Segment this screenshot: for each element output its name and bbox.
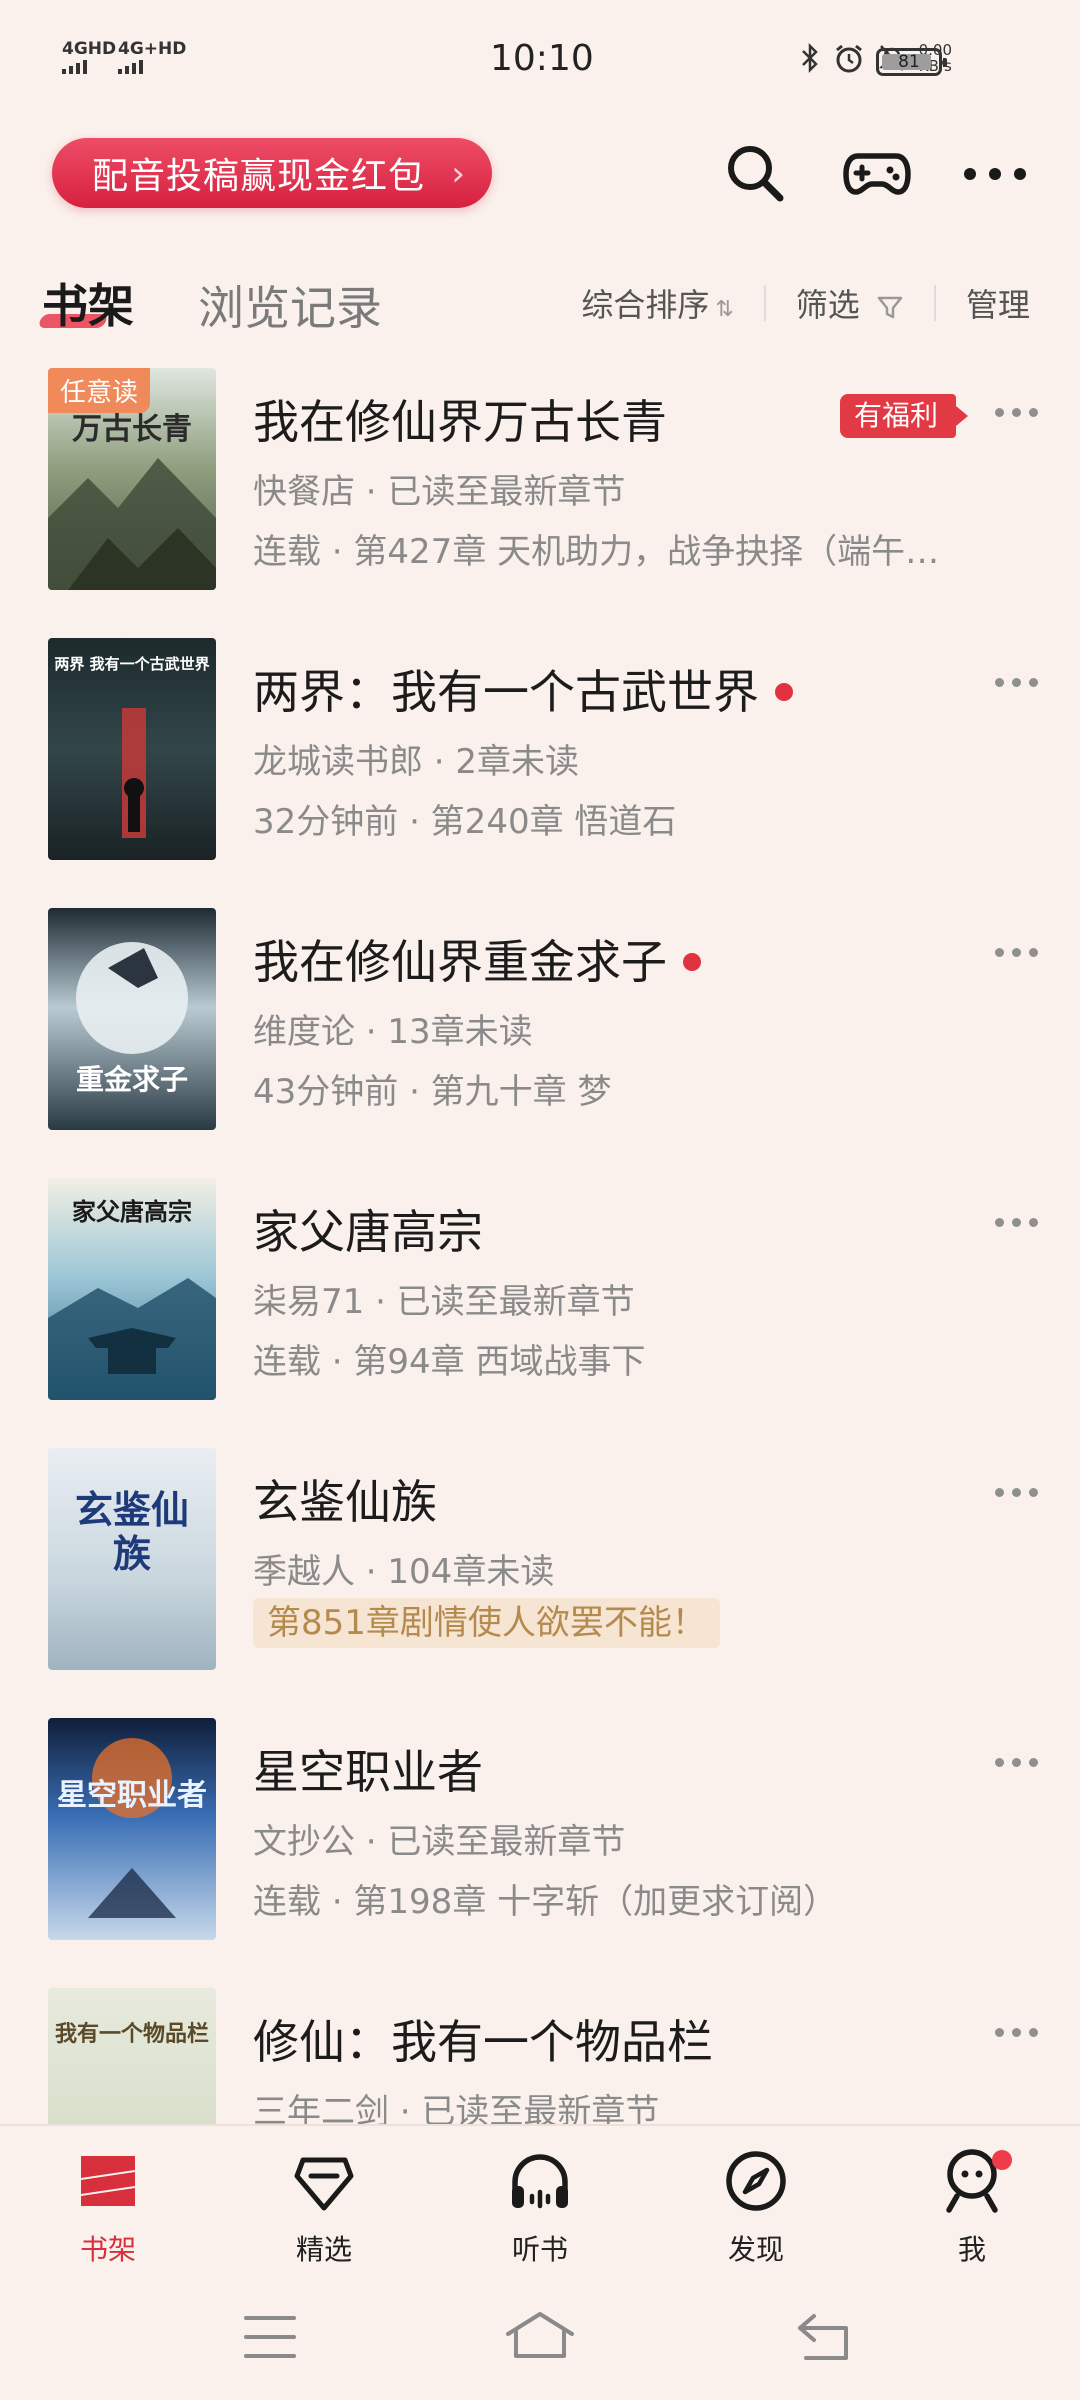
read-anything-badge: 任意读 <box>48 368 151 413</box>
alarm-icon <box>835 44 862 73</box>
divider <box>933 285 936 321</box>
home-icon[interactable] <box>504 2310 576 2360</box>
book-author-progress: 龙城读书郎 · 2章未读 <box>253 742 580 782</box>
book-title: 家父唐高宗 <box>253 1205 483 1259</box>
nav-me[interactable]: 我 <box>902 2146 1042 2268</box>
sort-label: 综合排序 <box>581 286 710 324</box>
more-options-icon[interactable] <box>995 678 1038 687</box>
book-author-progress: 柒易71 · 已读至最新章节 <box>253 1282 635 1322</box>
notification-dot <box>992 2150 1012 2170</box>
more-options-icon[interactable] <box>995 408 1038 417</box>
nav-label: 我 <box>957 2233 986 2266</box>
book-title-text: 我在修仙界重金求子 <box>253 935 667 989</box>
cover-title: 星空职业者 <box>57 1778 207 1813</box>
book-latest-chapter: 连载 · 第427章 天机助力，战争抉择（端午… <box>253 532 940 572</box>
search-icon[interactable] <box>722 140 788 206</box>
book-cover: 家父唐高宗 <box>48 1178 216 1400</box>
nav-label: 书架 <box>79 2233 136 2266</box>
unread-dot <box>683 952 701 971</box>
book-author-progress: 快餐店 · 已读至最新章节 <box>253 472 626 512</box>
book-cover: 两界 我有一个古武世界 <box>48 638 216 860</box>
book-cover: 星空职业者 <box>48 1718 216 1940</box>
tab-bookshelf[interactable]: 书架 <box>37 270 134 336</box>
book-item[interactable]: 两界 我有一个古武世界 两界：我有一个古武世界 龙城读书郎 · 2章未读 32分… <box>0 638 1080 868</box>
nav-featured[interactable]: 精选 <box>254 2146 394 2268</box>
book-item[interactable]: 万古长青 任意读 我在修仙界万古长青 有福利 快餐店 · 已读至最新章节 连载 … <box>0 368 1080 598</box>
book-cover: 我有一个物品栏 <box>48 1988 216 2124</box>
status-bar: 4GHD 4G+HD 10:10 0.00 KB/s 81 <box>0 0 1080 120</box>
filter-button[interactable]: 筛选 <box>796 280 904 326</box>
shelf-tools: 综合排序 ⇅ 筛选 管理 <box>581 280 1030 326</box>
tab-bookshelf-label: 书架 <box>42 279 134 333</box>
book-item[interactable]: 我有一个物品栏 修仙：我有一个物品栏 三年二剑 · 已读至最新章节 <box>0 1988 1080 2124</box>
book-title-text: 两界：我有一个古武世界 <box>253 665 759 719</box>
filter-icon <box>877 296 903 319</box>
book-title: 修仙：我有一个物品栏 <box>253 2015 713 2069</box>
cover-title: 我有一个物品栏 <box>54 2021 209 2047</box>
battery-indicator: 81 <box>876 48 947 76</box>
clock: 10:10 <box>490 38 594 79</box>
nav-label: 听书 <box>511 2233 568 2266</box>
more-options-icon[interactable] <box>995 1758 1038 1767</box>
nav-label: 精选 <box>295 2233 352 2266</box>
back-icon[interactable] <box>794 2312 852 2362</box>
book-cover: 玄鉴仙族 <box>48 1448 216 1670</box>
nav-discover[interactable]: 发现 <box>686 2146 826 2268</box>
compass-icon <box>726 2151 786 2211</box>
book-latest-chapter: 连载 · 第94章 西域战事下 <box>253 1342 646 1382</box>
chapter-promo-tag: 第851章剧情使人欲罢不能！ <box>253 1598 720 1648</box>
book-title: 我在修仙界重金求子 <box>253 926 701 992</box>
book-title: 我在修仙界万古长青 <box>253 395 667 449</box>
book-item[interactable]: 家父唐高宗 家父唐高宗 柒易71 · 已读至最新章节 连载 · 第94章 西域战… <box>0 1178 1080 1408</box>
book-author-progress: 文抄公 · 已读至最新章节 <box>253 1822 626 1862</box>
book-title: 玄鉴仙族 <box>253 1475 437 1529</box>
more-options-icon[interactable] <box>995 948 1038 957</box>
book-author-progress: 季越人 · 104章未读 <box>253 1552 555 1592</box>
book-author-progress: 维度论 · 13章未读 <box>253 1012 533 1052</box>
network-indicator-1: 4GHD <box>62 40 116 74</box>
bluetooth-icon <box>801 42 818 74</box>
tab-history[interactable]: 浏览记录 <box>198 272 382 338</box>
filter-label: 筛选 <box>795 286 860 324</box>
book-author-progress: 三年二剑 · 已读至最新章节 <box>253 2092 660 2124</box>
sort-icon: ⇅ <box>715 297 734 322</box>
cover-title: 重金求子 <box>75 1063 188 1096</box>
more-options-icon[interactable] <box>995 2028 1038 2037</box>
diamond-icon <box>294 2157 354 2211</box>
more-options-icon[interactable] <box>995 1218 1038 1227</box>
network-indicator-2: 4G+HD <box>118 40 186 74</box>
chevron-right-icon: › <box>451 154 466 194</box>
unread-dot <box>775 682 793 701</box>
menu-icon[interactable] <box>244 2314 296 2360</box>
book-latest-chapter: 连载 · 第198章 十字斩（加更求订阅） <box>253 1882 838 1922</box>
welfare-badge[interactable]: 有福利 <box>840 394 969 438</box>
system-navigation-bar <box>0 2274 1080 2400</box>
divider <box>763 285 766 321</box>
book-cover: 万古长青 任意读 <box>48 368 216 590</box>
book-cover: 重金求子 <box>48 908 216 1130</box>
book-title: 星空职业者 <box>253 1745 483 1799</box>
headphones-icon <box>512 2154 568 2209</box>
book-latest-chapter: 43分钟前 · 第九十章 梦 <box>253 1072 612 1112</box>
book-latest-chapter: 32分钟前 · 第240章 悟道石 <box>253 802 677 842</box>
nav-bookshelf[interactable]: 书架 <box>38 2146 178 2268</box>
cover-title: 两界 我有一个古武世界 <box>54 655 210 673</box>
more-icon[interactable] <box>960 140 1030 206</box>
nav-audiobooks[interactable]: 听书 <box>470 2146 610 2268</box>
manage-button[interactable]: 管理 <box>966 280 1030 326</box>
gamepad-icon[interactable] <box>842 140 912 206</box>
book-item[interactable]: 重金求子 我在修仙界重金求子 维度论 · 13章未读 43分钟前 · 第九十章 … <box>0 908 1080 1138</box>
book-title: 两界：我有一个古武世界 <box>253 656 793 722</box>
book-item[interactable]: 星空职业者 星空职业者 文抄公 · 已读至最新章节 连载 · 第198章 十字斩… <box>0 1718 1080 1948</box>
more-options-icon[interactable] <box>995 1488 1038 1497</box>
sort-button[interactable]: 综合排序 ⇅ <box>581 280 733 326</box>
nav-label: 发现 <box>727 2233 784 2266</box>
promo-banner-button[interactable]: 配音投稿赢现金红包 › <box>52 138 492 208</box>
book-item[interactable]: 玄鉴仙族 玄鉴仙族 季越人 · 104章未读 第851章剧情使人欲罢不能！ <box>0 1448 1080 1678</box>
cover-title: 玄鉴仙族 <box>74 1487 189 1576</box>
promo-banner-label: 配音投稿赢现金红包 <box>92 156 426 197</box>
cover-title: 家父唐高宗 <box>72 1197 192 1226</box>
bottom-navigation: 书架 精选 听书 发现 我 <box>0 2124 1080 2276</box>
shelf-icon <box>81 2156 135 2206</box>
